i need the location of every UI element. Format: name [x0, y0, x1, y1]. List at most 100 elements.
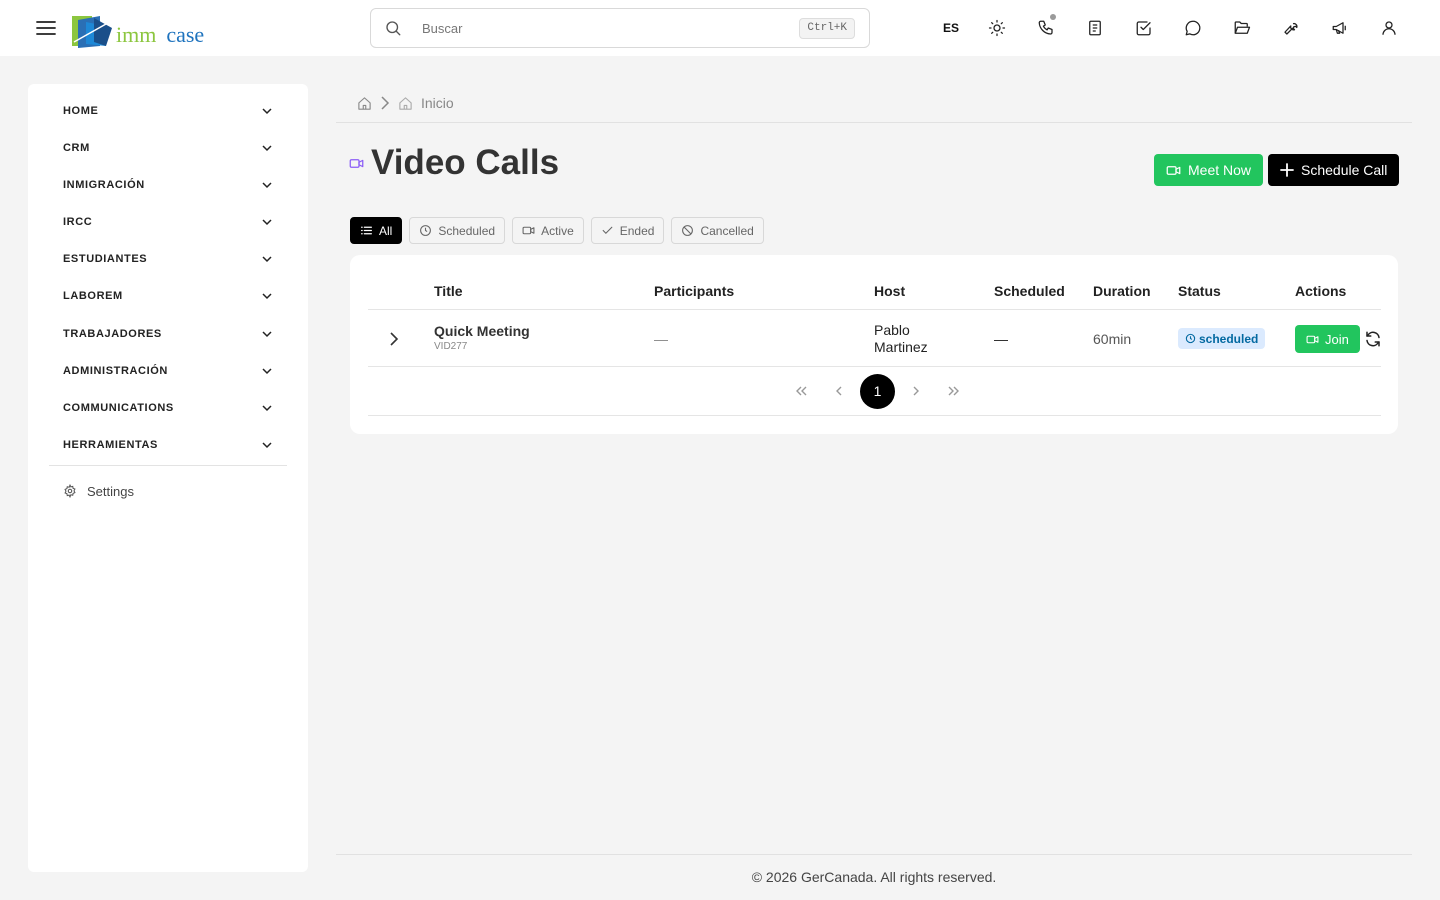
chat-button[interactable] — [1168, 8, 1217, 48]
logo-mark-icon — [72, 16, 112, 48]
sidebar-item-label: COMMUNICATIONS — [63, 401, 174, 414]
column-header-host[interactable]: Host — [874, 283, 905, 299]
sidebar-item-label: HERRAMIENTAS — [63, 438, 158, 451]
logo[interactable]: imm case — [70, 10, 204, 48]
chevron-down-icon — [262, 367, 272, 374]
filter-cancelled[interactable]: Cancelled — [671, 217, 764, 244]
chevron-down-icon — [262, 181, 272, 188]
video-camera-icon — [349, 158, 364, 168]
meet-now-button[interactable]: Meet Now — [1154, 154, 1264, 186]
header-divider — [336, 122, 1412, 123]
tasks-button[interactable] — [1119, 8, 1168, 48]
sidebar-item-administracion[interactable]: ADMINISTRACIÓN — [49, 352, 287, 389]
previous-page-button[interactable] — [820, 374, 858, 408]
announcements-button[interactable] — [1315, 8, 1364, 48]
call-scheduled: — — [994, 331, 1008, 347]
call-host-first: Pablo — [874, 322, 910, 338]
chevron-left-icon — [836, 386, 842, 396]
join-call-button[interactable]: Join — [1295, 325, 1360, 353]
notebook-icon — [1088, 20, 1101, 36]
logo-text-case: case — [166, 22, 205, 47]
page-title: Video Calls — [371, 143, 560, 182]
sidebar-item-trabajadores[interactable]: TRABAJADORES — [49, 315, 287, 352]
search-input[interactable] — [422, 20, 782, 36]
notes-button[interactable] — [1070, 8, 1119, 48]
phone-button[interactable] — [1021, 8, 1070, 48]
expand-row-button[interactable] — [384, 329, 404, 349]
page-number-button[interactable]: 1 — [860, 373, 895, 409]
sidebar-item-home[interactable]: HOME — [49, 92, 287, 129]
schedule-call-label: Schedule Call — [1301, 162, 1388, 178]
filter-ended[interactable]: Ended — [590, 217, 665, 244]
sidebar-item-laborem[interactable]: LABOREM — [49, 277, 287, 314]
column-header-scheduled[interactable]: Scheduled — [994, 283, 1065, 299]
video-camera-icon — [1306, 335, 1319, 343]
next-page-button[interactable] — [897, 374, 935, 408]
top-bar: immcase Ctrl+K ES — [0, 0, 1440, 56]
status-badge: scheduled — [1178, 328, 1266, 349]
folder-open-icon — [1234, 21, 1250, 34]
plus-icon — [1280, 163, 1294, 177]
filter-all-label: All — [379, 223, 393, 238]
sidebar-item-settings[interactable]: Settings — [49, 476, 287, 506]
chevron-down-icon — [262, 218, 272, 225]
refresh-icon[interactable] — [1364, 330, 1382, 348]
sidebar-item-label: INMIGRACIÓN — [63, 178, 145, 191]
column-header-duration[interactable]: Duration — [1093, 283, 1151, 299]
sidebar-item-label: ADMINISTRACIÓN — [63, 364, 168, 377]
sidebar-item-crm[interactable]: CRM — [49, 129, 287, 166]
tools-button[interactable] — [1266, 8, 1315, 48]
search-box[interactable]: Ctrl+K — [370, 8, 870, 48]
checkbox-icon — [1136, 21, 1151, 36]
last-page-button[interactable] — [935, 374, 973, 408]
language-toggle[interactable]: ES — [930, 8, 972, 48]
pagination: 1 — [782, 373, 973, 409]
hamburger-menu-icon[interactable] — [34, 16, 58, 40]
chevrons-left-icon — [796, 386, 807, 396]
sidebar-item-communications[interactable]: COMMUNICATIONS — [49, 389, 287, 426]
status-filter-tabs: All Scheduled Active Ended Cancelled — [350, 217, 764, 244]
call-host: Pablo Martinez — [874, 322, 928, 356]
chevron-down-icon — [262, 441, 272, 448]
status-label: scheduled — [1199, 331, 1259, 346]
schedule-call-button[interactable]: Schedule Call — [1268, 154, 1400, 186]
column-header-participants[interactable]: Participants — [654, 283, 734, 299]
list-icon — [361, 226, 372, 235]
call-id: VID277 — [434, 341, 468, 352]
video-calls-table-card: Title Participants Host Scheduled Durati… — [350, 255, 1398, 434]
column-header-status[interactable]: Status — [1178, 283, 1221, 299]
first-page-button[interactable] — [782, 374, 820, 408]
search-icon — [386, 21, 401, 36]
table-row-divider — [368, 366, 1381, 367]
sidebar-divider — [49, 465, 287, 466]
clock-icon — [420, 225, 432, 236]
clock-icon — [1185, 333, 1196, 344]
sun-icon — [988, 19, 1005, 37]
folders-button[interactable] — [1217, 8, 1266, 48]
filter-active[interactable]: Active — [512, 217, 584, 244]
filter-all[interactable]: All — [350, 217, 403, 244]
call-duration: 60min — [1093, 331, 1132, 347]
home-icon[interactable] — [357, 96, 372, 111]
chevron-down-icon — [262, 107, 272, 114]
sidebar-item-estudiantes[interactable]: ESTUDIANTES — [49, 240, 287, 277]
sidebar-item-herramientas[interactable]: HERRAMIENTAS — [49, 426, 287, 463]
theme-toggle-button[interactable] — [972, 8, 1021, 48]
megaphone-icon — [1332, 22, 1346, 34]
filter-scheduled[interactable]: Scheduled — [409, 217, 506, 244]
phone-icon — [1038, 20, 1053, 35]
search-shortcut-badge: Ctrl+K — [799, 18, 855, 39]
sidebar-item-ircc[interactable]: IRCC — [49, 203, 287, 240]
sidebar-item-label: HOME — [63, 104, 99, 117]
logo-text: imm case — [116, 24, 204, 46]
sidebar-item-inmigracion[interactable]: INMIGRACIÓN — [49, 166, 287, 203]
profile-button[interactable] — [1364, 8, 1413, 48]
chevron-right-icon — [913, 386, 919, 396]
check-icon — [602, 226, 613, 234]
breadcrumb-current: Inicio — [421, 95, 454, 111]
header-actions: ES — [930, 8, 1413, 48]
home-icon — [399, 96, 412, 110]
column-header-title[interactable]: Title — [434, 283, 463, 299]
logo-text-imm: imm — [116, 22, 157, 47]
filter-active-label: Active — [541, 223, 574, 238]
